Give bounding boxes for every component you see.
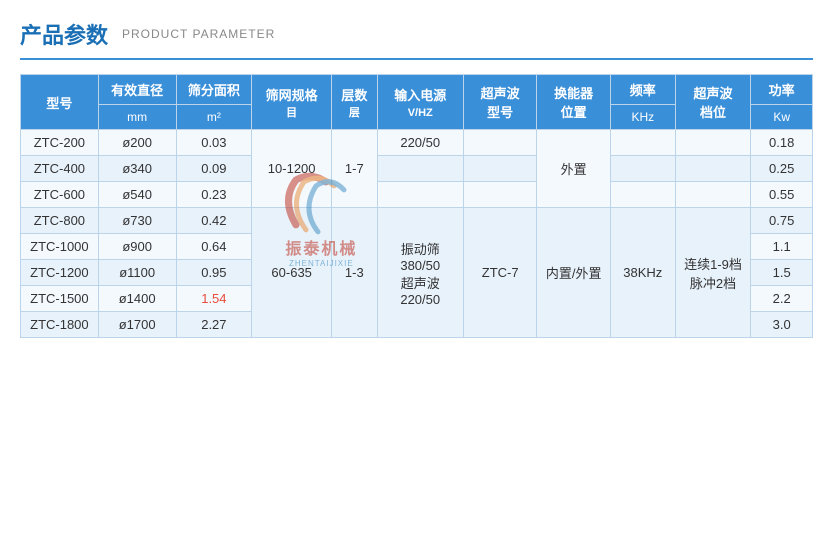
col-freq-unit: KHz <box>610 105 675 130</box>
cell-diameter: ø540 <box>98 182 176 208</box>
page-wrapper: 产品参数 PRODUCT PARAMETER 型号 有效直径 <box>0 0 833 552</box>
cell-area: 0.42 <box>176 208 252 234</box>
cell-diameter: ø200 <box>98 130 176 156</box>
cell-area: 0.23 <box>176 182 252 208</box>
col-gear: 超声波档位 <box>675 75 751 130</box>
cell-layers: 1-7 <box>332 130 377 208</box>
page-header: 产品参数 PRODUCT PARAMETER <box>20 18 813 60</box>
col-kw-unit: Kw <box>751 105 813 130</box>
cell-trans-model <box>463 156 536 182</box>
cell-power-input <box>377 156 463 182</box>
cell-model: ZTC-200 <box>21 130 99 156</box>
cell-freq <box>610 182 675 208</box>
cell-model: ZTC-1800 <box>21 312 99 338</box>
col-power-input: 输入电源V/HZ <box>377 75 463 130</box>
cell-power-kw: 1.1 <box>751 234 813 260</box>
cell-area: 0.95 <box>176 260 252 286</box>
col-layers: 层数层 <box>332 75 377 130</box>
cell-model: ZTC-1200 <box>21 260 99 286</box>
cell-power-kw: 0.55 <box>751 182 813 208</box>
col-kw: 功率 <box>751 75 813 105</box>
cell-trans-model <box>463 130 536 156</box>
col-mesh: 筛网规格目 <box>252 75 332 130</box>
cell-diameter: ø1100 <box>98 260 176 286</box>
col-diam-unit: mm <box>98 105 176 130</box>
cell-freq <box>610 156 675 182</box>
cell-power-kw: 3.0 <box>751 312 813 338</box>
cell-freq <box>610 130 675 156</box>
cell-area: 0.64 <box>176 234 252 260</box>
cell-power-input: 振动筛 380/50 超声波 220/50 <box>377 208 463 338</box>
cell-gear <box>675 156 751 182</box>
cell-diameter: ø340 <box>98 156 176 182</box>
product-param-table: 型号 有效直径 筛分面积 筛网规格目 层数层 输入电源V/HZ 超声波型号 换能… <box>20 74 813 338</box>
cell-trans-model <box>463 182 536 208</box>
cell-mesh: 60-635 <box>252 208 332 338</box>
cell-model: ZTC-1000 <box>21 234 99 260</box>
cell-area: 2.27 <box>176 312 252 338</box>
cell-area: 1.54 <box>176 286 252 312</box>
cell-area: 0.03 <box>176 130 252 156</box>
cell-power-kw: 0.25 <box>751 156 813 182</box>
col-diam: 有效直径 <box>98 75 176 105</box>
page-title-cn: 产品参数 <box>20 18 108 50</box>
cell-power-kw: 2.2 <box>751 286 813 312</box>
cell-diameter: ø900 <box>98 234 176 260</box>
cell-diameter: ø730 <box>98 208 176 234</box>
cell-mesh: 10-1200 <box>252 130 332 208</box>
cell-area: 0.09 <box>176 156 252 182</box>
cell-power-input <box>377 182 463 208</box>
cell-power-kw: 0.75 <box>751 208 813 234</box>
cell-power-kw: 1.5 <box>751 260 813 286</box>
cell-diameter: ø1400 <box>98 286 176 312</box>
table-container: 型号 有效直径 筛分面积 筛网规格目 层数层 输入电源V/HZ 超声波型号 换能… <box>20 74 813 338</box>
cell-power-input: 220/50 <box>377 130 463 156</box>
col-freq: 频率 <box>610 75 675 105</box>
cell-gear <box>675 130 751 156</box>
cell-model: ZTC-600 <box>21 182 99 208</box>
col-model: 型号 <box>21 75 99 130</box>
cell-gear: 连续1-9档 脉冲2档 <box>675 208 751 338</box>
cell-trans-model: ZTC-7 <box>463 208 536 338</box>
cell-power-kw: 0.18 <box>751 130 813 156</box>
cell-gear <box>675 182 751 208</box>
col-area: 筛分面积 <box>176 75 252 105</box>
cell-trans-pos: 内置/外置 <box>537 208 610 338</box>
cell-freq: 38KHz <box>610 208 675 338</box>
col-trans-model: 超声波型号 <box>463 75 536 130</box>
cell-layers: 1-3 <box>332 208 377 338</box>
cell-trans-pos: 外置 <box>537 130 610 208</box>
col-trans-pos: 换能器位置 <box>537 75 610 130</box>
cell-model: ZTC-1500 <box>21 286 99 312</box>
page-title-en: PRODUCT PARAMETER <box>122 27 275 41</box>
cell-model: ZTC-800 <box>21 208 99 234</box>
cell-model: ZTC-400 <box>21 156 99 182</box>
cell-diameter: ø1700 <box>98 312 176 338</box>
col-area-unit: m² <box>176 105 252 130</box>
